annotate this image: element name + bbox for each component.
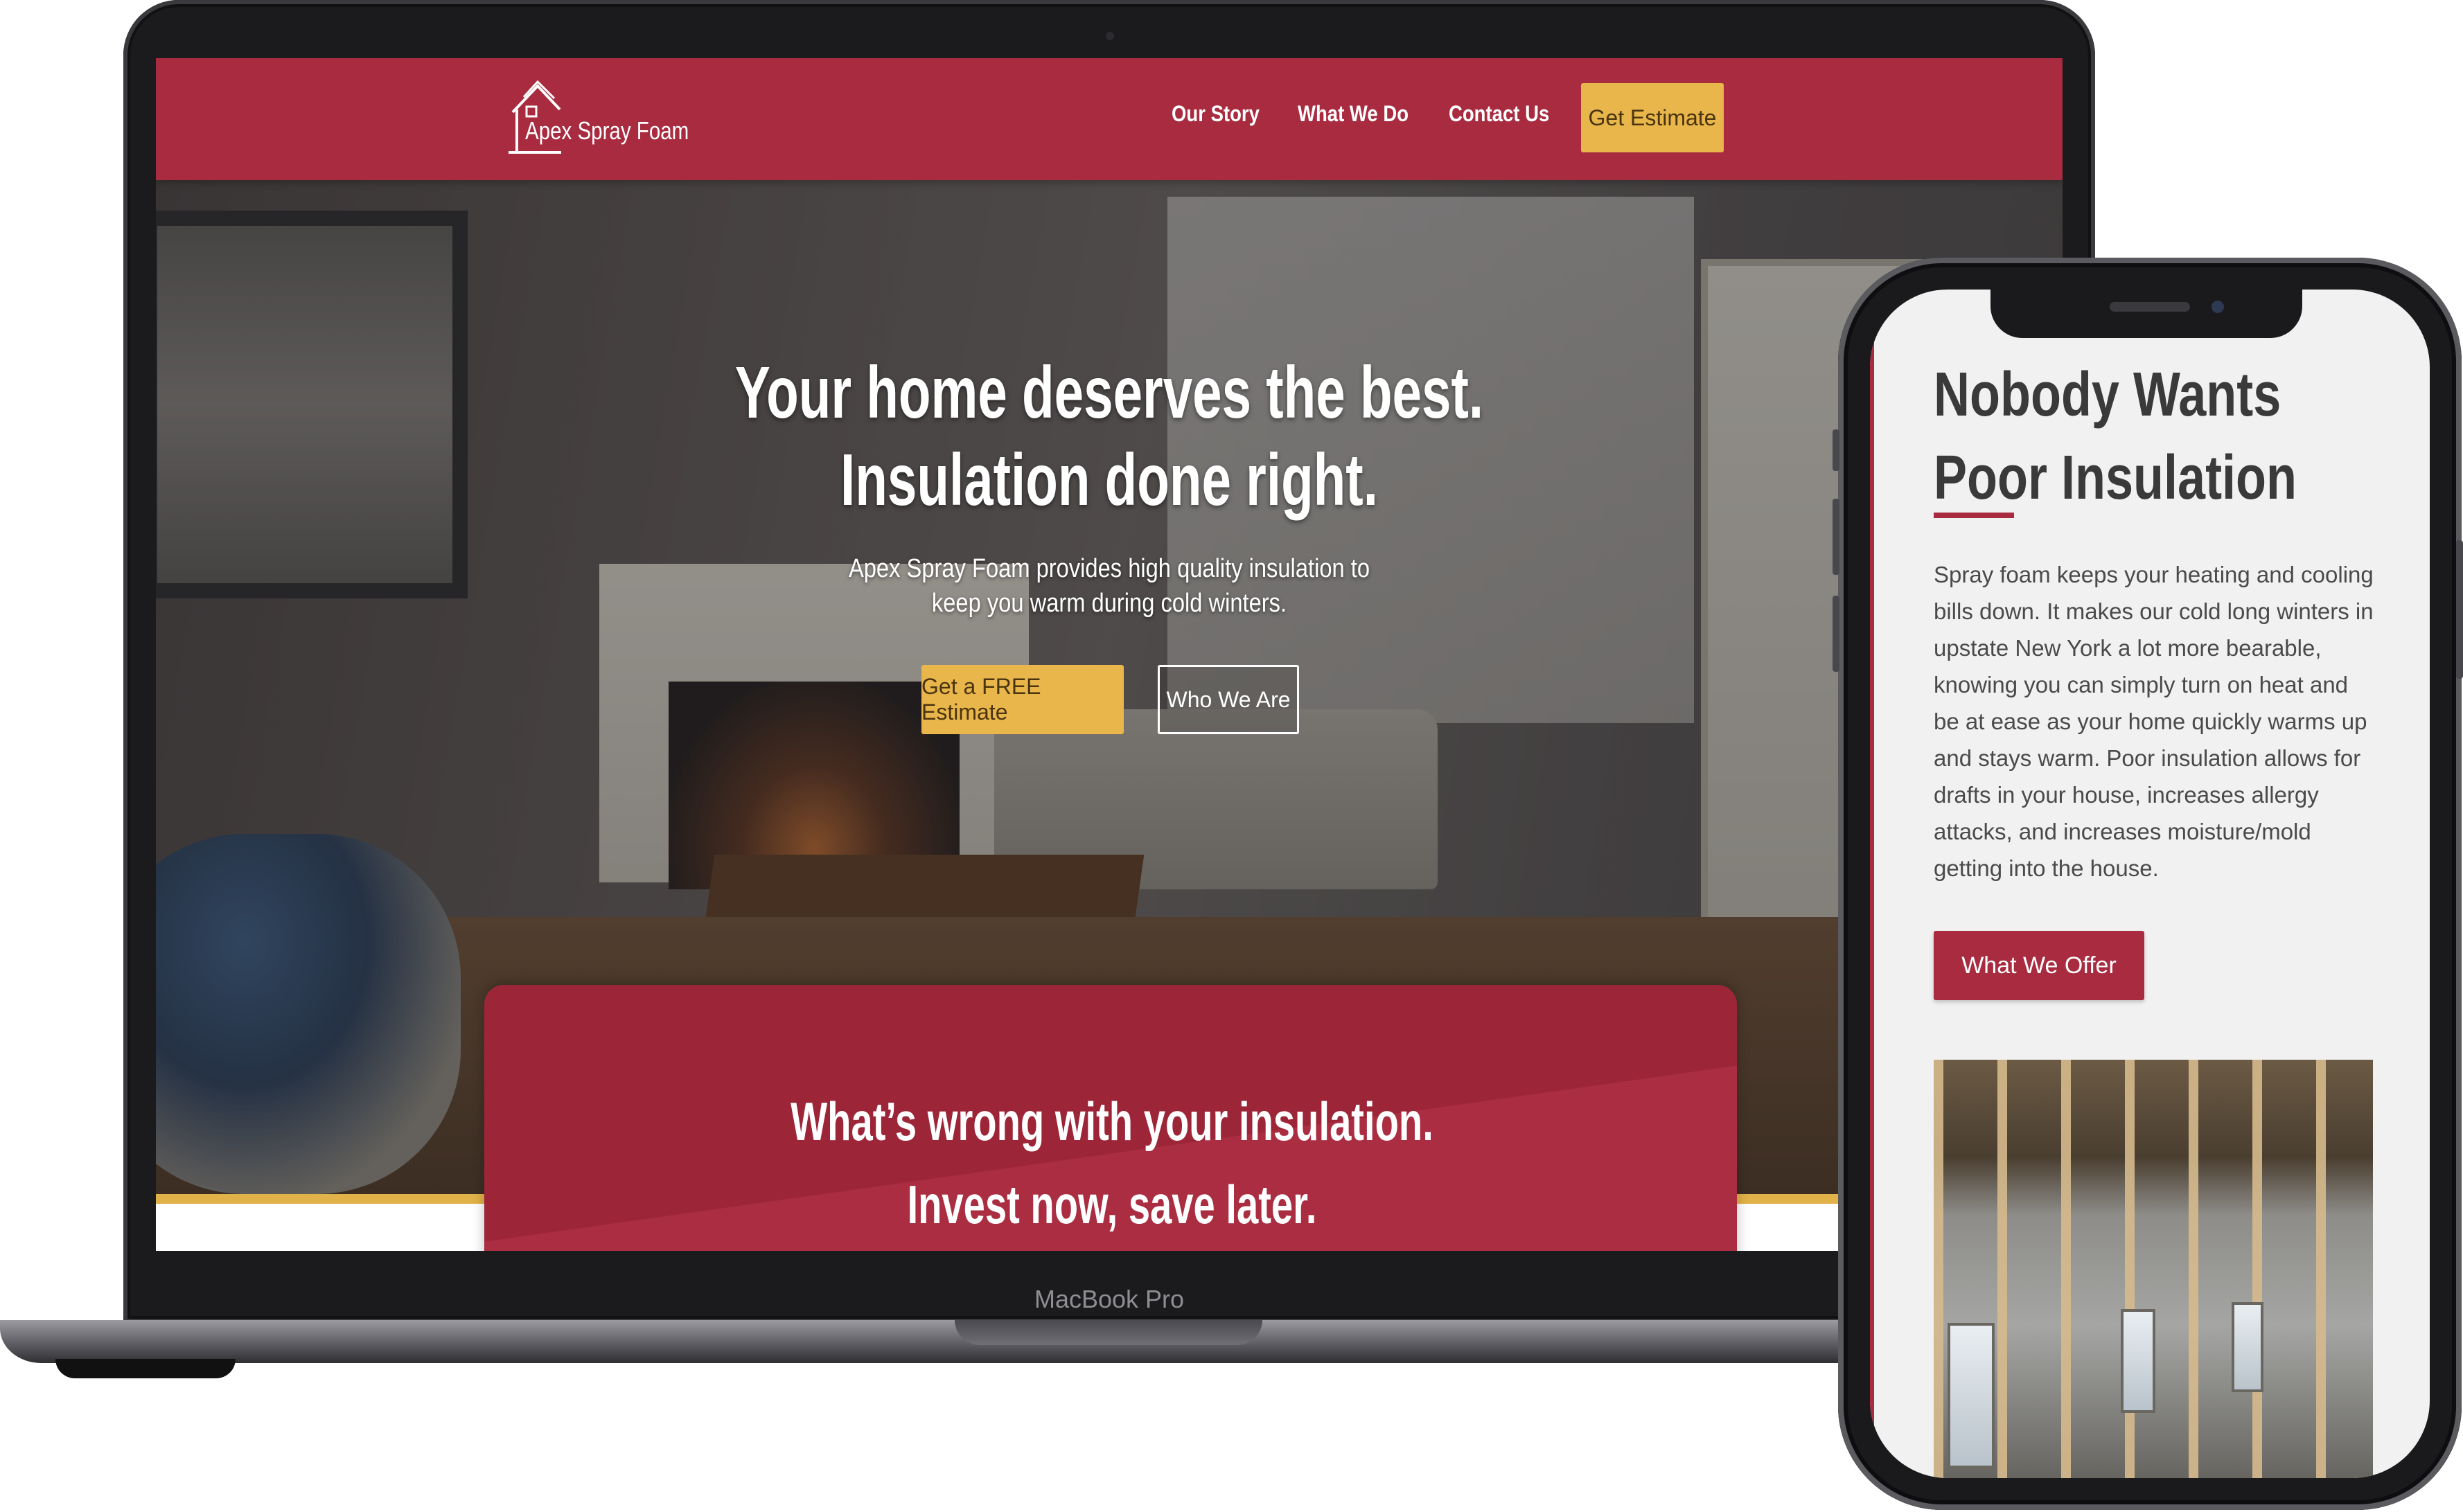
section-heading-line-1: What’s wrong with your insulation.: [791, 1091, 1433, 1152]
laptop-screen: Apex Spray Foam Our Story What We Do Con…: [156, 58, 2063, 1251]
laptop-foot-left: [55, 1359, 236, 1378]
mobile-section-body: Spray foam keeps your heating and coolin…: [1934, 562, 2374, 881]
photo-window-right: [2232, 1302, 2263, 1392]
photo-window-center: [2121, 1309, 2155, 1413]
hero-title-line-2: Insulation done right.: [840, 439, 1378, 521]
hero-subtitle: Apex Spray Foam provides high quality in…: [811, 551, 1407, 621]
title-underline: [1934, 513, 2014, 518]
phone-screen: Nobody Wants Poor Insulation Spray foam …: [1870, 290, 2430, 1478]
device-label: MacBook Pro: [1034, 1285, 1185, 1313]
phone-notch: [1990, 290, 2302, 338]
laptop-hinge-notch: [955, 1320, 1262, 1345]
laptop-camera: [1106, 32, 1114, 40]
hero-title: Your home deserves the best. Insulation …: [710, 349, 1508, 524]
nav-our-story[interactable]: Our Story: [1172, 101, 1260, 127]
hero-title-line-1: Your home deserves the best.: [734, 352, 1484, 434]
phone-page-accent: [1870, 290, 1874, 1478]
logo[interactable]: Apex Spray Foam: [506, 79, 689, 157]
phone-side-button: [2456, 540, 2463, 679]
phone-speaker: [2110, 302, 2190, 312]
section-heading-line-2: Invest now, save later.: [907, 1174, 1317, 1235]
construction-photo: [1934, 1060, 2373, 1478]
free-estimate-button[interactable]: Get a FREE Estimate: [921, 665, 1124, 734]
phone-mute-switch: [1833, 429, 1839, 471]
get-estimate-button[interactable]: Get Estimate: [1581, 83, 1724, 152]
photo-window-left: [1948, 1323, 1995, 1468]
site-header: Apex Spray Foam Our Story What We Do Con…: [156, 58, 2063, 180]
phone-volume-up: [1833, 499, 1839, 575]
mobile-section-title: Nobody Wants Poor Insulation: [1934, 360, 2297, 513]
nav-what-we-do[interactable]: What We Do: [1298, 101, 1409, 127]
logo-text: Apex Spray Foam: [525, 116, 689, 145]
who-we-are-button[interactable]: Who We Are: [1158, 665, 1299, 734]
hero-subtitle-line-2: keep you warm during cold winters.: [931, 589, 1287, 618]
nav-contact-us[interactable]: Contact Us: [1449, 101, 1549, 127]
what-we-offer-button[interactable]: What We Offer: [1934, 931, 2144, 1000]
phone-volume-down: [1833, 596, 1839, 672]
hero-subtitle-line-1: Apex Spray Foam provides high quality in…: [848, 554, 1370, 583]
phone-camera: [2212, 301, 2224, 313]
